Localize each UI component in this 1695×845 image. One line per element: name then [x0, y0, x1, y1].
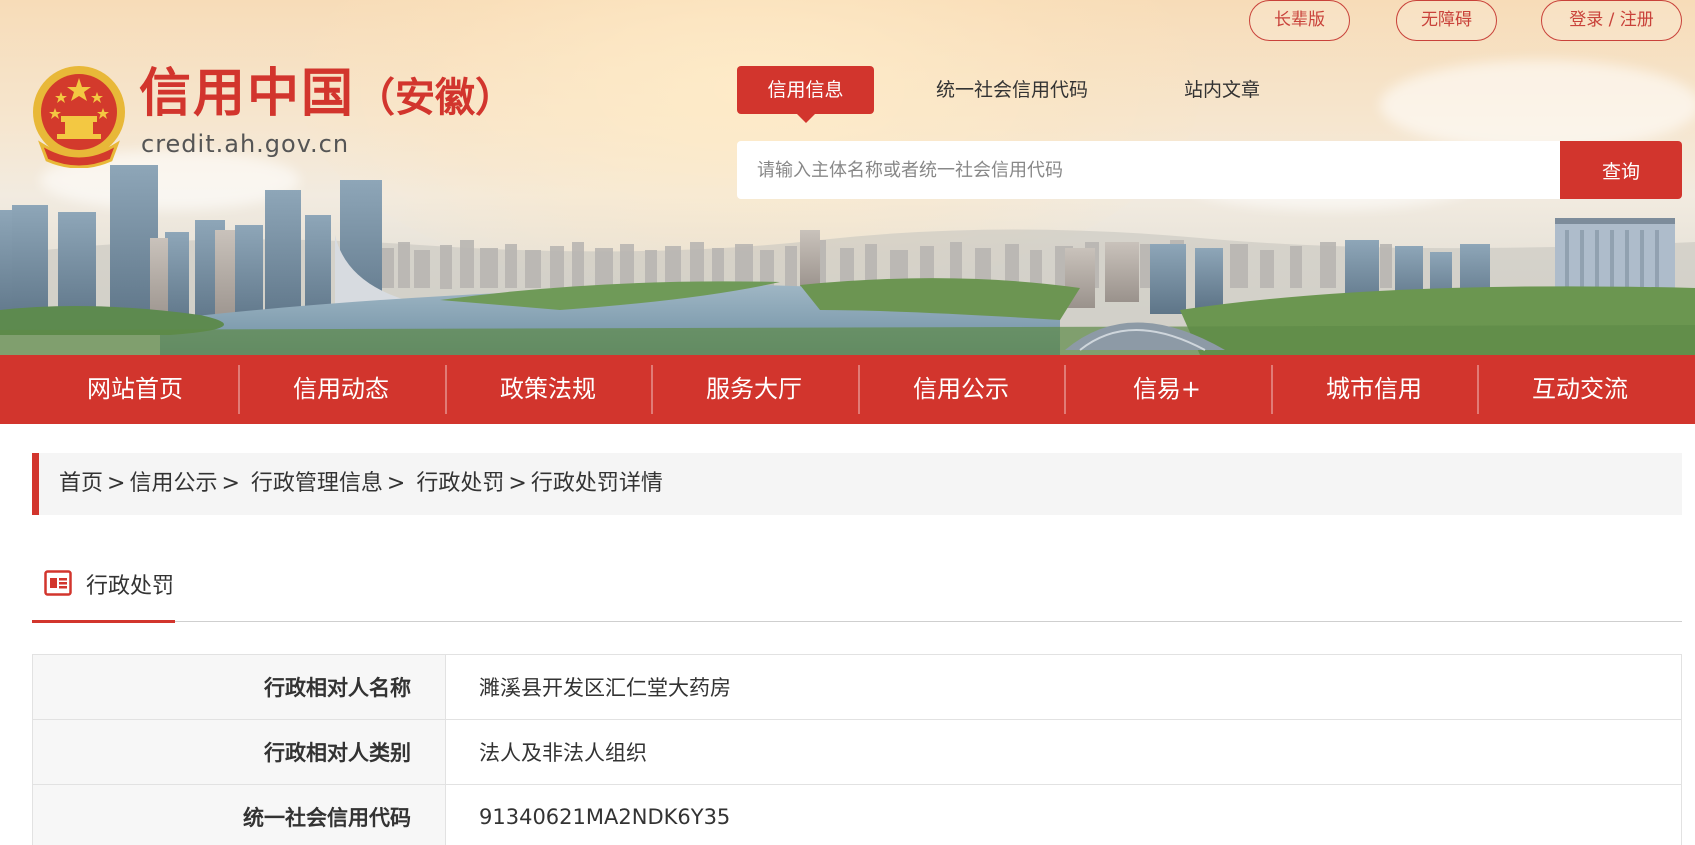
nav-item-interaction[interactable]: 互动交流	[1477, 355, 1683, 424]
row-value: 濉溪县开发区汇仁堂大药房	[445, 654, 1682, 720]
section-underline	[32, 620, 175, 623]
logo-region-text: （安徽）	[355, 75, 516, 121]
table-row: 行政相对人类别 法人及非法人组织	[32, 719, 1682, 785]
logo-title: 信用中国（安徽）	[139, 68, 515, 120]
tab-credit-code[interactable]: 统一社会信用代码	[912, 66, 1112, 114]
nav-item-xinyi-plus[interactable]: 信易+	[1064, 355, 1270, 424]
nav-item-credit-public[interactable]: 信用公示	[858, 355, 1064, 424]
tab-credit-info[interactable]: 信用信息	[737, 66, 874, 123]
nav-item-city-credit[interactable]: 城市信用	[1271, 355, 1477, 424]
tab-site-articles[interactable]: 站内文章	[1157, 66, 1287, 114]
breadcrumb-current: 行政处罚详情	[530, 471, 663, 496]
login-register-link[interactable]: 登录 / 注册	[1541, 0, 1682, 41]
row-label: 行政相对人名称	[32, 654, 446, 720]
table-row: 统一社会信用代码 91340621MA2NDK6Y35	[32, 784, 1682, 845]
breadcrumb-home[interactable]: 首页	[59, 471, 103, 496]
breadcrumb-penalty[interactable]: 行政处罚	[416, 471, 504, 496]
breadcrumb-admin-info[interactable]: 行政管理信息	[251, 471, 383, 496]
row-label: 统一社会信用代码	[32, 784, 446, 845]
breadcrumb: 首页 > 信用公示 > 行政管理信息 > 行政处罚 > 行政处罚详情	[32, 453, 1682, 515]
breadcrumb-separator: >	[107, 471, 126, 496]
search-tabs: 信用信息 统一社会信用代码 站内文章	[737, 66, 1337, 126]
row-value: 91340621MA2NDK6Y35	[445, 784, 1682, 845]
breadcrumb-credit-public[interactable]: 信用公示	[129, 471, 217, 496]
breadcrumb-separator: >	[386, 471, 406, 496]
row-value: 法人及非法人组织	[445, 719, 1682, 785]
breadcrumb-separator: >	[508, 471, 527, 496]
row-label: 行政相对人类别	[32, 719, 446, 785]
table-row: 行政相对人名称 濉溪县开发区汇仁堂大药房	[32, 654, 1682, 720]
nav-item-credit-news[interactable]: 信用动态	[238, 355, 444, 424]
header-banner: 长辈版 无障碍 登录 / 注册 信用中国（安徽） credit.ah.gov.c…	[0, 0, 1695, 355]
search-button[interactable]: 查询	[1560, 141, 1682, 199]
penalty-detail-table: 行政相对人名称 濉溪县开发区汇仁堂大药房 行政相对人类别 法人及非法人组织 统一…	[32, 654, 1682, 845]
search-box: 查询	[737, 141, 1682, 199]
nav-item-home[interactable]: 网站首页	[32, 355, 238, 424]
section-header: 行政处罚	[32, 554, 1682, 623]
logo-url: credit.ah.gov.cn	[141, 130, 350, 158]
news-icon	[44, 570, 72, 596]
nav-item-service-hall[interactable]: 服务大厅	[651, 355, 857, 424]
section-title: 行政处罚	[86, 574, 175, 599]
cloud	[1380, 60, 1695, 150]
breadcrumb-separator: >	[221, 471, 240, 496]
nav-item-policy[interactable]: 政策法规	[445, 355, 651, 424]
site-logo[interactable]: 信用中国（安徽） credit.ah.gov.cn	[31, 64, 515, 174]
national-emblem-icon	[33, 66, 125, 168]
main-nav: 网站首页 信用动态 政策法规 服务大厅 信用公示 信易+ 城市信用 互动交流	[0, 355, 1695, 424]
accessibility-link[interactable]: 无障碍	[1396, 0, 1497, 41]
elder-mode-link[interactable]: 长辈版	[1249, 0, 1350, 41]
logo-title-text: 信用中国	[139, 64, 356, 124]
search-input[interactable]	[737, 141, 1560, 199]
